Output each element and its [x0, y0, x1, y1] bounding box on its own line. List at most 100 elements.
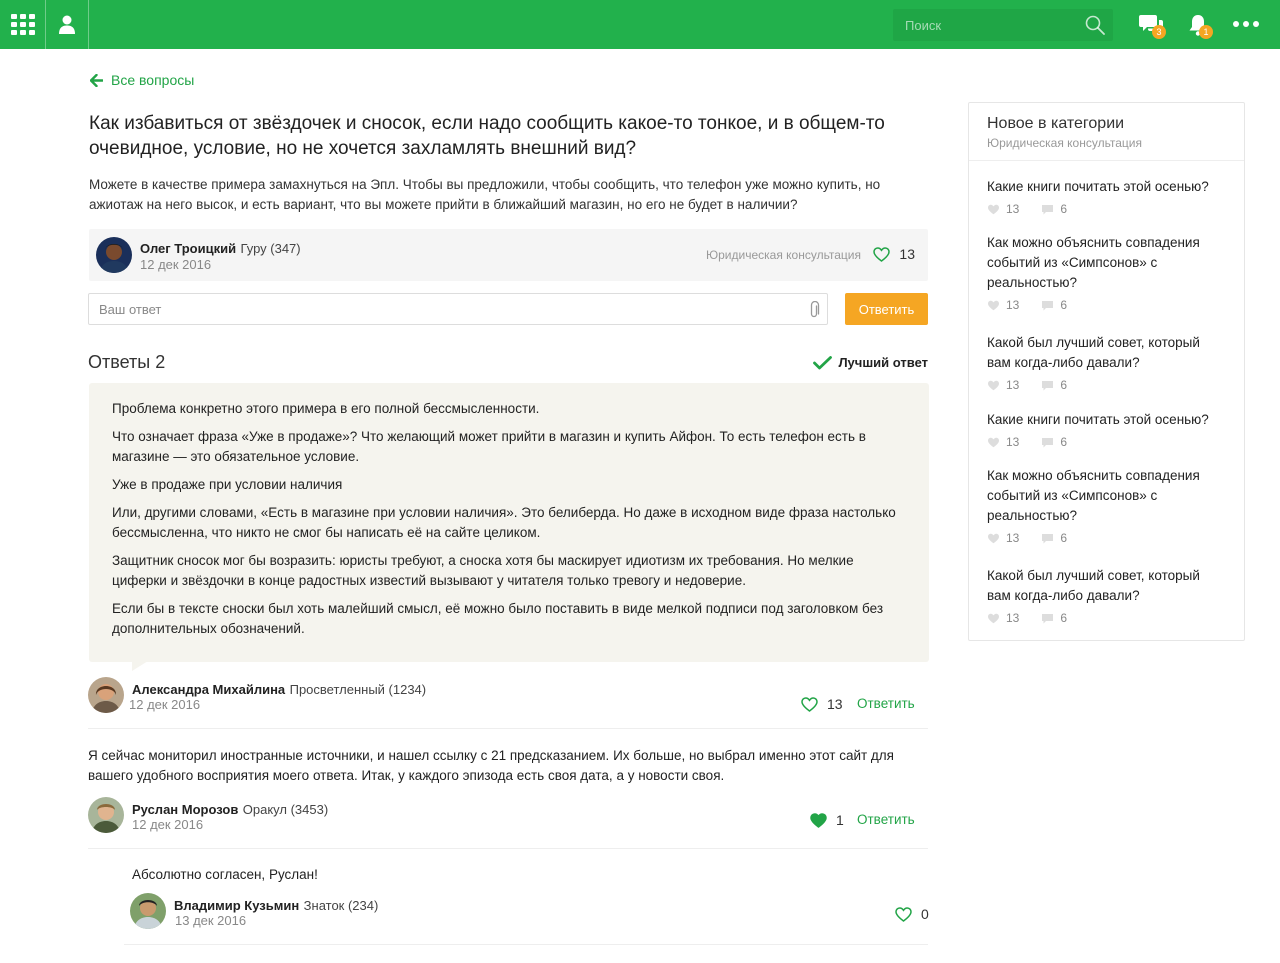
answer-field-wrapper	[88, 293, 828, 325]
like-count: 13	[899, 246, 915, 262]
sidebar-question[interactable]: Какие книги почитать этой осенью? 13 6	[987, 410, 1227, 449]
sidebar-question-meta: 13 6	[987, 531, 1227, 545]
author-rank: Знаток (234)	[303, 898, 379, 913]
author-name[interactable]: Олег Троицкий	[140, 241, 236, 256]
heart-icon	[988, 533, 999, 543]
top-bar-divider	[88, 0, 89, 49]
answer-paragraph: Что означает фраза «Уже в продаже»? Что …	[112, 429, 866, 464]
messages-count-badge: 3	[1152, 25, 1166, 39]
sidebar-question-title[interactable]: Как можно объяснить совпадения событий и…	[987, 466, 1227, 526]
reply-button[interactable]: Ответить	[857, 696, 915, 711]
sidebar-header: Новое в категории Юридическая консультац…	[969, 103, 1244, 161]
comment-date: 13 дек 2016	[175, 913, 247, 928]
question-date: 12 дек 2016	[140, 257, 212, 272]
paperclip-icon[interactable]	[807, 301, 821, 319]
divider	[88, 728, 928, 729]
author-rank: Просветленный (1234)	[289, 682, 427, 697]
likes-count: 13	[1006, 531, 1020, 545]
user-profile-icon[interactable]	[57, 14, 77, 34]
heart-icon	[988, 300, 999, 310]
author-name[interactable]: Руслан Морозов	[132, 802, 238, 817]
comment-icon	[1042, 533, 1054, 543]
search-icon[interactable]	[1085, 15, 1105, 35]
back-to-questions-link[interactable]: Все вопросы	[90, 72, 194, 88]
notifications-count-badge: 1	[1199, 25, 1213, 39]
question-title: Как избавиться от звёздочек и сносок, ес…	[89, 113, 885, 159]
comment-icon	[1042, 613, 1054, 623]
sidebar-question-title[interactable]: Как можно объяснить совпадения событий и…	[987, 233, 1227, 293]
author-name[interactable]: Владимир Кузьмин	[174, 898, 299, 913]
comment-icon	[1042, 300, 1054, 310]
like-count: 0	[921, 906, 929, 922]
arrow-left-icon	[90, 73, 103, 87]
sidebar-question-title[interactable]: Какой был лучший совет, который вам когд…	[987, 333, 1227, 373]
likes-count: 13	[1006, 298, 1020, 312]
comments-count: 6	[1060, 378, 1068, 392]
sidebar-question-meta: 13 6	[987, 378, 1227, 392]
question-like-button[interactable]: 13	[873, 246, 915, 262]
comments-count: 6	[1060, 298, 1068, 312]
sidebar-question[interactable]: Какой был лучший совет, который вам когд…	[987, 566, 1227, 625]
comment-icon	[1042, 204, 1054, 214]
comments-count: 6	[1060, 435, 1068, 449]
avatar[interactable]	[88, 677, 124, 713]
author-name[interactable]: Александра Михайлина	[132, 682, 285, 697]
submit-answer-button[interactable]: Ответить	[845, 293, 928, 325]
heart-icon	[988, 613, 999, 623]
avatar[interactable]	[88, 797, 124, 833]
sidebar-question[interactable]: Какой был лучший совет, который вам когд…	[987, 333, 1227, 392]
sidebar-question-title[interactable]: Какие книги почитать этой осенью?	[987, 177, 1227, 197]
answer-date: 12 дек 2016	[132, 817, 204, 832]
answer-date: 12 дек 2016	[129, 697, 201, 712]
top-bar-divider	[45, 0, 46, 49]
sidebar-question-meta: 13 6	[987, 298, 1227, 312]
answer-paragraph: Если бы в тексте сноски был хоть малейши…	[112, 601, 884, 636]
divider	[88, 848, 928, 849]
answer-paragraph: Защитник сносок мог бы возразить: юристы…	[112, 553, 854, 588]
avatar[interactable]	[130, 893, 166, 929]
answer-paragraph: Проблема конкретно этого примера в его п…	[112, 401, 540, 416]
likes-count: 13	[1006, 378, 1020, 392]
heart-icon	[988, 204, 999, 214]
category-sidebar: Новое в категории Юридическая консультац…	[968, 102, 1245, 641]
top-bar: 3 1	[0, 0, 1280, 49]
sidebar-question-title[interactable]: Какие книги почитать этой осенью?	[987, 410, 1227, 430]
question-body: Можете в качестве примера замахнуться на…	[89, 177, 881, 212]
answer-input[interactable]	[89, 294, 789, 324]
heart-icon	[988, 437, 999, 447]
question-category[interactable]: Юридическая консультация	[706, 248, 861, 262]
search-box	[893, 9, 1113, 41]
answer-paragraph: Уже в продаже при условии наличия	[112, 477, 343, 492]
comment-text: Абсолютно согласен, Руслан!	[132, 867, 318, 882]
speech-bubble-tail	[132, 661, 148, 671]
divider	[124, 944, 928, 945]
checkmark-icon	[813, 355, 833, 369]
comment-icon	[1042, 437, 1054, 447]
heart-icon	[988, 380, 999, 390]
comment-like-button[interactable]: 0	[895, 906, 929, 922]
best-answer-card: Проблема конкретно этого примера в его п…	[89, 383, 929, 662]
heart-outline-icon	[873, 246, 891, 262]
second-answer-like-button[interactable]: 1	[810, 812, 844, 828]
reply-button[interactable]: Ответить	[857, 812, 915, 827]
like-count: 1	[836, 812, 844, 828]
best-answer-like-button[interactable]: 13	[801, 696, 843, 712]
heart-outline-icon	[895, 906, 912, 922]
comments-count: 6	[1060, 531, 1068, 545]
sidebar-question[interactable]: Какие книги почитать этой осенью? 13 6	[987, 177, 1227, 216]
back-link-label: Все вопросы	[111, 72, 195, 88]
sidebar-question-title[interactable]: Какой был лучший совет, который вам когд…	[987, 566, 1227, 606]
sidebar-title: Новое в категории	[987, 115, 1125, 132]
sidebar-question[interactable]: Как можно объяснить совпадения событий и…	[987, 466, 1227, 545]
avatar[interactable]	[96, 237, 132, 273]
sidebar-subtitle[interactable]: Юридическая консультация	[987, 136, 1142, 150]
like-count: 13	[827, 696, 843, 712]
comment-icon	[1042, 380, 1054, 390]
apps-grid-icon[interactable]	[11, 14, 35, 35]
likes-count: 13	[1006, 611, 1020, 625]
more-menu-icon[interactable]	[1233, 21, 1259, 27]
search-input[interactable]	[893, 9, 1073, 41]
sidebar-question[interactable]: Как можно объяснить совпадения событий и…	[987, 233, 1227, 312]
answer-text: Я сейчас мониторил иностранные источники…	[88, 748, 894, 783]
comments-count: 6	[1060, 202, 1068, 216]
